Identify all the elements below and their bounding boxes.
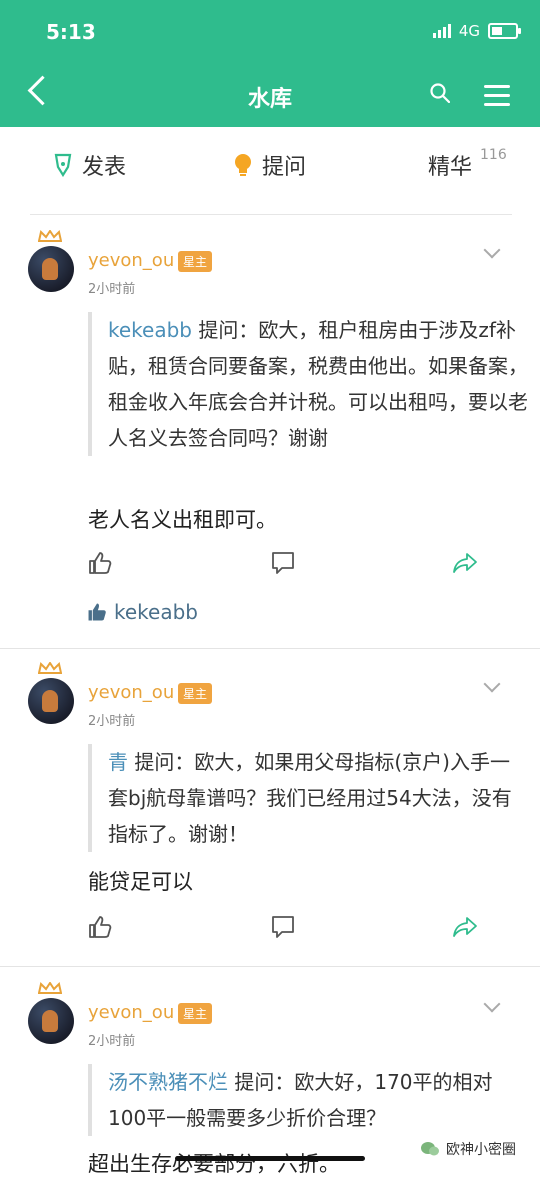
- username[interactable]: yevon_ou: [88, 682, 174, 703]
- question-quote: kekeabb 提问：欧大，租户租房由于涉及zf补贴，租赁合同要备案，税费由他出…: [88, 312, 528, 456]
- status-time: 5:13: [46, 20, 96, 44]
- tab-publish-label: 发表: [82, 155, 127, 180]
- home-indicator[interactable]: [175, 1156, 365, 1161]
- battery-icon: [488, 23, 521, 39]
- avatar[interactable]: [28, 230, 74, 292]
- crown-icon: [38, 230, 62, 242]
- menu-icon[interactable]: [484, 85, 510, 106]
- username[interactable]: yevon_ou: [88, 1002, 174, 1023]
- avatar[interactable]: [28, 662, 74, 724]
- app-header: 5:13 4G 水库: [0, 0, 540, 127]
- wechat-icon: [421, 1142, 439, 1156]
- signal-icon: [432, 24, 451, 38]
- share-icon[interactable]: [452, 550, 478, 576]
- page-title: 水库: [247, 87, 292, 112]
- asker-name[interactable]: 汤不熟猪不烂: [108, 1070, 228, 1094]
- comment-icon[interactable]: [270, 550, 296, 576]
- tab-ask[interactable]: 提问: [232, 149, 306, 181]
- question-label: 提问：: [234, 1070, 295, 1094]
- featured-count: 116: [480, 147, 507, 163]
- search-icon[interactable]: [430, 83, 450, 103]
- liked-by-name[interactable]: kekeabb: [114, 600, 198, 624]
- asker-name[interactable]: kekeabb: [108, 318, 192, 342]
- tab-featured-label: 精华: [428, 155, 473, 180]
- status-indicators: 4G: [432, 22, 521, 40]
- post-actions: [0, 550, 540, 580]
- thumbs-up-filled-icon: [88, 603, 106, 621]
- network-type: 4G: [458, 22, 480, 40]
- comment-icon[interactable]: [270, 914, 296, 940]
- chevron-down-icon[interactable]: [483, 995, 501, 1013]
- post-separator: [0, 648, 540, 649]
- answer-text: 超出生存必要部分，六折。: [88, 1152, 340, 1176]
- chevron-down-icon[interactable]: [483, 675, 501, 693]
- post-separator: [0, 966, 540, 967]
- asker-name[interactable]: 青: [108, 750, 128, 774]
- lightbulb-icon: [235, 154, 251, 176]
- question-label: 提问：: [198, 318, 259, 342]
- question-quote: 青 提问：欧大，如果用父母指标(京户)入手一套bj航母靠谱吗？我们已经用过54大…: [88, 744, 528, 852]
- action-tabs: 发表 提问 精华 116: [0, 127, 540, 197]
- post-actions: [0, 914, 540, 944]
- username[interactable]: yevon_ou: [88, 250, 174, 271]
- chevron-down-icon[interactable]: [483, 241, 501, 259]
- share-icon[interactable]: [452, 914, 478, 940]
- liked-by: kekeabb: [86, 600, 198, 624]
- answer-text: 能贷足可以: [88, 870, 193, 894]
- brand-name: 欧神小密圈: [446, 1142, 516, 1158]
- question-quote: 汤不熟猪不烂 提问：欧大好，170平的相对100平一般需要多少折价合理？: [88, 1064, 528, 1136]
- post-time: 2小时前: [88, 1034, 136, 1049]
- answer-text: 老人名义出租即可。: [88, 508, 277, 532]
- crown-icon: [38, 662, 62, 674]
- crown-icon: [38, 982, 62, 994]
- like-icon[interactable]: [87, 914, 113, 940]
- owner-badge: 星主: [178, 251, 213, 272]
- avatar[interactable]: [28, 982, 74, 1044]
- owner-badge: 星主: [178, 1003, 213, 1024]
- tab-featured[interactable]: 精华 116: [428, 147, 507, 181]
- pen-icon: [54, 153, 72, 177]
- brand-watermark: 欧神小密圈: [420, 1139, 516, 1159]
- post-time: 2小时前: [88, 714, 136, 729]
- tab-ask-label: 提问: [262, 155, 307, 180]
- divider: [30, 214, 512, 215]
- tab-publish[interactable]: 发表: [52, 149, 126, 181]
- owner-badge: 星主: [178, 683, 213, 704]
- like-icon[interactable]: [87, 550, 113, 576]
- question-label: 提问：: [134, 750, 195, 774]
- post-time: 2小时前: [88, 282, 136, 297]
